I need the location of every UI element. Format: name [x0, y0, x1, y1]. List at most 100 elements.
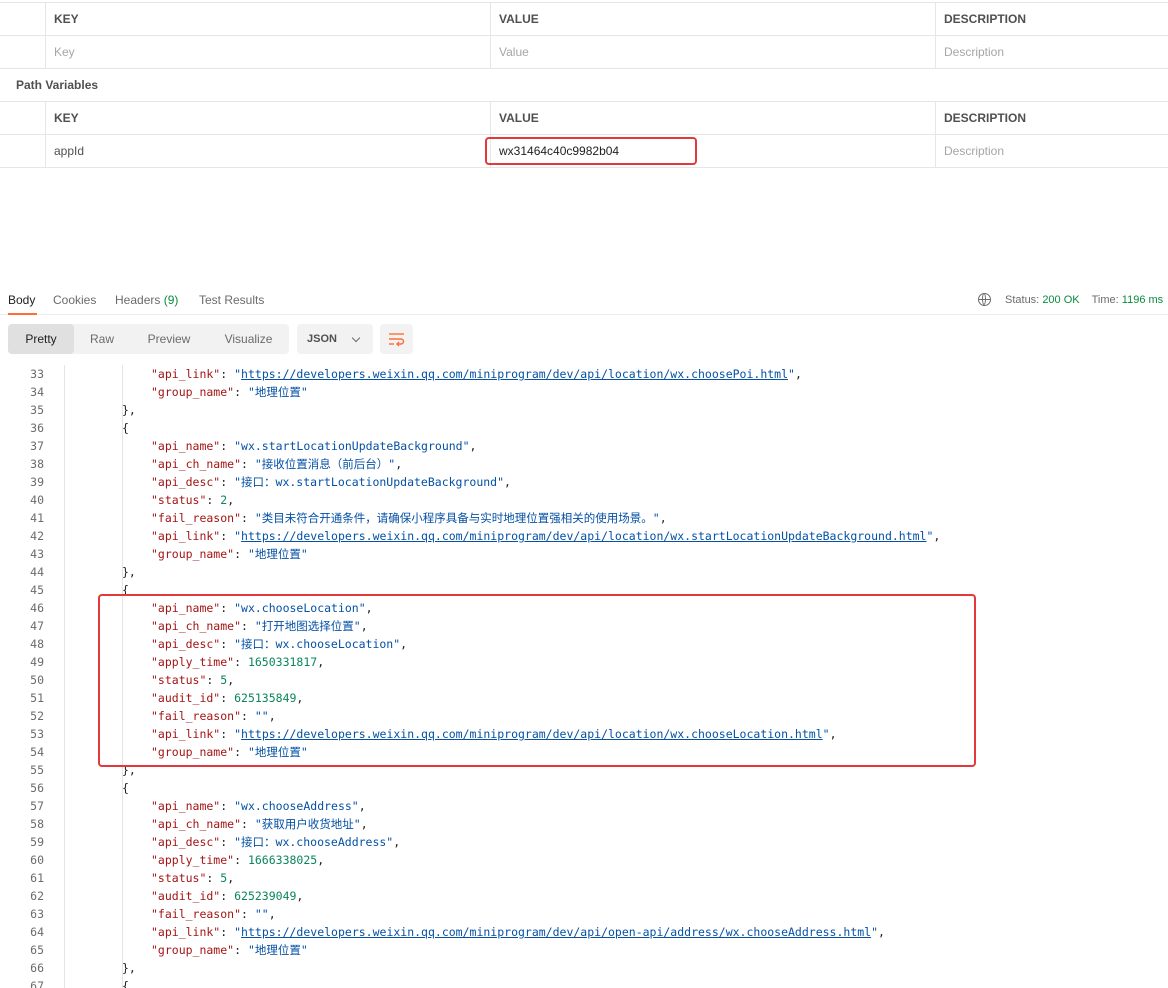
tab-headers-label: Headers — [115, 293, 161, 307]
json-key: "api_name" — [151, 439, 221, 453]
view-pretty-button[interactable]: Pretty — [8, 324, 74, 354]
code-line: { — [122, 977, 129, 988]
key-input[interactable]: Key — [45, 36, 490, 68]
json-punctuation: , — [504, 475, 511, 489]
wrap-lines-button[interactable] — [380, 324, 413, 354]
response-tabs-bar: Body Cookies Headers (9) Test Results St… — [0, 283, 1168, 315]
view-preview-button[interactable]: Preview — [130, 324, 208, 354]
status-value[interactable]: 200 OK — [1042, 294, 1079, 306]
json-string: "地理位置" — [247, 943, 308, 957]
code-line: "audit_id": 625239049, — [151, 887, 303, 905]
json-punctuation: , — [393, 835, 401, 849]
value-input[interactable]: Value — [490, 36, 935, 68]
wrap-lines-icon — [389, 333, 405, 347]
tab-headers[interactable]: Headers (9) — [115, 293, 178, 307]
column-header-description: DESCRIPTION — [935, 3, 1168, 35]
row-checkbox-column — [0, 102, 45, 134]
json-key: "fail_reason" — [151, 907, 242, 921]
row-checkbox-column — [0, 3, 45, 35]
params-header-row: KEY VALUE DESCRIPTION — [0, 3, 1168, 36]
line-number: 43 — [30, 547, 44, 561]
json-key: "group_name" — [151, 547, 235, 561]
json-number: 1666338025 — [247, 853, 318, 867]
json-punctuation: , — [933, 529, 941, 543]
path-variables-header-row: KEY VALUE DESCRIPTION — [0, 101, 1168, 135]
view-raw-button[interactable]: Raw — [74, 324, 130, 354]
json-punctuation: : — [220, 889, 235, 903]
json-link[interactable]: https://developers.weixin.qq.com/minipro… — [241, 529, 926, 543]
json-punctuation: : — [220, 925, 235, 939]
json-punctuation: : — [234, 547, 248, 561]
active-tab-indicator — [8, 313, 37, 315]
line-number: 58 — [30, 817, 44, 831]
json-key: "api_name" — [151, 799, 221, 813]
tab-test-results[interactable]: Test Results — [199, 293, 264, 307]
json-link[interactable]: https://developers.weixin.qq.com/minipro… — [241, 367, 788, 381]
code-line: "api_desc": "接口：wx.startLocationUpdateBa… — [151, 473, 511, 491]
headers-count-badge: (9) — [163, 293, 179, 307]
line-number: 54 — [30, 745, 44, 759]
json-number: 625239049 — [234, 889, 297, 903]
json-punctuation: , — [469, 439, 477, 453]
code-line: "apply_time": 1666338025, — [151, 851, 324, 869]
json-key: "api_link" — [151, 367, 221, 381]
json-key: "status" — [151, 871, 207, 885]
json-punctuation: { — [122, 979, 129, 988]
status-label: Status: — [1005, 293, 1040, 306]
format-select[interactable]: JSON — [297, 324, 373, 354]
code-line: "api_name": "wx.chooseAddress", — [151, 797, 366, 815]
globe-icon[interactable] — [978, 293, 991, 306]
tab-cookies[interactable]: Cookies — [53, 293, 96, 307]
line-number: 45 — [30, 583, 44, 597]
json-string: "接口：wx.chooseAddress" — [234, 835, 394, 849]
code-line: "fail_reason": "类目未符合开通条件，请确保小程序具备与实时地理位… — [151, 509, 667, 527]
line-number: 49 — [30, 655, 44, 669]
path-variable-description-input[interactable]: Description — [935, 135, 1168, 167]
code-line: "api_link": "https://developers.weixin.q… — [151, 923, 885, 941]
json-key: "api_desc" — [151, 835, 221, 849]
time-label: Time: — [1091, 293, 1119, 306]
view-visualize-button[interactable]: Visualize — [208, 324, 289, 354]
json-key: "fail_reason" — [151, 511, 242, 525]
column-header-key: KEY — [45, 3, 490, 35]
line-number: 40 — [30, 493, 44, 507]
code-line: { — [122, 419, 129, 437]
json-key: "group_name" — [151, 385, 235, 399]
json-punctuation: }, — [122, 961, 136, 975]
json-key: "api_ch_name" — [151, 817, 242, 831]
json-punctuation: : — [220, 475, 235, 489]
tab-body[interactable]: Body — [8, 293, 35, 307]
json-punctuation: , — [227, 871, 235, 885]
json-string: "获取用户收货地址" — [254, 817, 361, 831]
json-punctuation: }, — [122, 403, 136, 417]
code-line: }, — [122, 401, 136, 419]
json-string: "地理位置" — [247, 385, 308, 399]
json-string: "接口：wx.startLocationUpdateBackground" — [234, 475, 505, 489]
line-number: 46 — [30, 601, 44, 615]
json-punctuation: , — [358, 799, 366, 813]
line-number: 42 — [30, 529, 44, 543]
line-number: 59 — [30, 835, 44, 849]
code-line: "api_name": "wx.startLocationUpdateBackg… — [151, 437, 476, 455]
json-string: " — [788, 367, 795, 381]
json-string: "wx.startLocationUpdateBackground" — [234, 439, 470, 453]
json-link[interactable]: https://developers.weixin.qq.com/minipro… — [241, 925, 871, 939]
line-number: 66 — [30, 961, 44, 975]
json-string: "" — [254, 907, 269, 921]
json-punctuation: : — [241, 511, 255, 525]
row-checkbox-column — [0, 36, 45, 68]
line-number: 34 — [30, 385, 44, 399]
highlight-box-appid-value — [485, 137, 697, 165]
line-number: 48 — [30, 637, 44, 651]
column-header-value: VALUE — [490, 102, 935, 134]
code-line: "api_desc": "接口：wx.chooseAddress", — [151, 833, 400, 851]
line-number: 39 — [30, 475, 44, 489]
view-mode-group: Pretty Raw Preview Visualize — [8, 324, 289, 354]
json-punctuation: : — [234, 385, 248, 399]
json-punctuation: : — [206, 493, 221, 507]
time-value[interactable]: 1196 ms — [1122, 294, 1163, 306]
json-punctuation: : — [241, 817, 255, 831]
description-input[interactable]: Description — [935, 36, 1168, 68]
line-number: 33 — [30, 367, 44, 381]
json-punctuation: : — [220, 835, 235, 849]
